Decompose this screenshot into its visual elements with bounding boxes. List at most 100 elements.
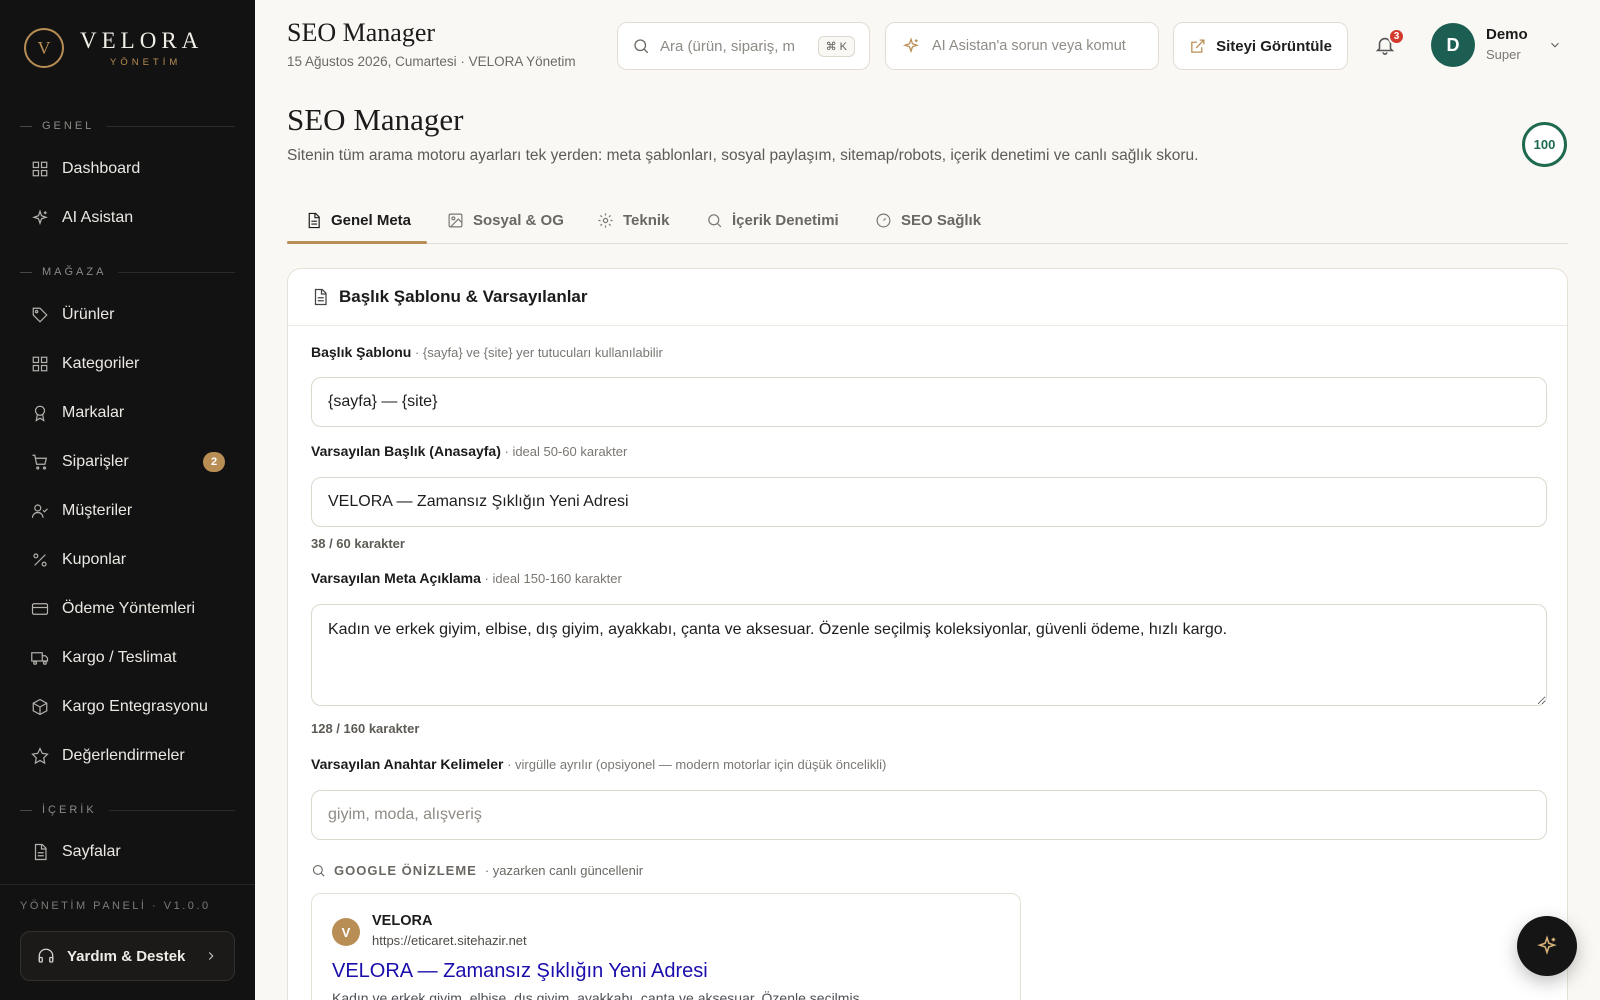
file-icon [308, 212, 320, 228]
section-label-icerik: İÇERİK [20, 804, 235, 816]
ai-assistant-fab[interactable] [1517, 916, 1577, 976]
section-label-genel: GENEL [20, 120, 235, 132]
sidebar-item-odeme-yontemleri[interactable]: Ödeme Yöntemleri [20, 589, 235, 629]
default-title-input[interactable] [311, 477, 1547, 527]
user-name[interactable]: Demo [1486, 26, 1528, 43]
sparkle-icon [902, 37, 920, 54]
keywords-label: Varsayılan Anahtar Kelimeler · virgülle … [311, 756, 887, 772]
version-label: YÖNETİM PANELİ · V1.0.0 [20, 900, 211, 912]
card-title: Başlık Şablonu & Varsayılanlar [339, 287, 588, 306]
tab-bar: Genel Meta Sosyal & OG Teknik İçerik Den… [287, 196, 1568, 244]
sidebar-item-label: Dashboard [62, 160, 141, 177]
brand-subtitle: YÖNETİM [110, 56, 182, 68]
grid-icon [30, 354, 50, 374]
google-preview-heading: GOOGLE ÖNİZLEME · yazarken canlı güncell… [311, 863, 643, 878]
preview-description: Kadın ve erkek giyim, elbise, dış giyim,… [332, 990, 860, 1000]
google-preview-card: V VELORA https://eticaret.sitehazir.net … [311, 893, 1021, 1000]
sidebar-item-degerlendirmeler[interactable]: Değerlendirmeler [20, 736, 235, 776]
ai-command-input[interactable]: AI Asistan'a sorun veya komut [885, 22, 1159, 70]
template-label: Başlık Şablonu · {sayfa} ve {site} yer t… [311, 344, 663, 360]
sidebar-item-kategoriler[interactable]: Kategoriler [20, 344, 235, 384]
sidebar-item-label: Ürünler [62, 306, 115, 323]
tab-label: Sosyal & OG [473, 211, 564, 229]
view-site-label: Siteyi Görüntüle [1216, 37, 1332, 55]
external-link-icon [1191, 38, 1205, 53]
sidebar-item-siparisler[interactable]: Siparişler 2 [20, 442, 235, 482]
sidebar-item-label: Kuponlar [62, 551, 127, 568]
preview-title-link[interactable]: VELORA — Zamansız Şıklığın Yeni Adresi [332, 960, 708, 983]
sparkle-icon [1537, 935, 1557, 955]
tab-teknik[interactable]: Teknik [597, 196, 669, 244]
user-role: Super [1486, 47, 1521, 62]
default-title-char-count: 38 / 60 karakter [311, 536, 405, 551]
tab-icerik-denetimi[interactable]: İçerik Denetimi [706, 196, 839, 244]
sidebar-item-markalar[interactable]: Markalar [20, 393, 235, 433]
help-support-label: Yardım & Destek [67, 947, 186, 965]
search-icon [312, 864, 325, 877]
sidebar-item-label: Kategoriler [62, 355, 140, 372]
image-icon [448, 213, 463, 227]
brand-logo[interactable]: V VELORA YÖNETİM [24, 28, 203, 68]
help-support-button[interactable]: Yardım & Destek [20, 931, 235, 981]
chevron-down-icon [1551, 42, 1559, 48]
topbar-subtitle: 15 Ağustos 2026, Cumartesi · VELORA Yöne… [287, 54, 576, 69]
sparkle-icon [30, 208, 50, 228]
sidebar-item-label: Kargo Entegrasyonu [62, 698, 208, 715]
gauge-icon [876, 213, 891, 227]
truck-icon [30, 648, 50, 668]
sidebar-item-musteriler[interactable]: Müşteriler [20, 491, 235, 531]
seo-score-badge[interactable]: 100 [1522, 122, 1567, 167]
divider [0, 884, 255, 885]
sidebar-item-urunler[interactable]: Ürünler [20, 295, 235, 335]
file-icon [314, 288, 327, 306]
user-check-icon [30, 501, 50, 521]
notification-count-badge: 3 [1388, 28, 1405, 45]
topbar-title: SEO Manager [287, 18, 436, 47]
site-favicon: V [332, 918, 360, 946]
sidebar-item-dashboard[interactable]: Dashboard [20, 149, 235, 189]
tab-label: İçerik Denetimi [732, 211, 839, 229]
tab-label: Teknik [623, 211, 670, 229]
sidebar-item-kargo-teslimat[interactable]: Kargo / Teslimat [20, 638, 235, 678]
tab-genel-meta[interactable]: Genel Meta [305, 196, 411, 244]
percent-icon [30, 550, 50, 570]
box-icon [30, 697, 50, 717]
global-search[interactable]: ⌘ K [617, 22, 870, 70]
preview-site-name: VELORA [372, 913, 433, 929]
keywords-input[interactable] [311, 790, 1547, 840]
grid-icon [30, 159, 50, 179]
headset-icon [38, 948, 54, 963]
section-label-magaza: MAĞAZA [20, 266, 235, 278]
sidebar-item-sayfalar[interactable]: Sayfalar [20, 832, 235, 872]
avatar[interactable]: D [1431, 23, 1475, 67]
tab-label: Genel Meta [331, 211, 412, 229]
sidebar-item-label: Değerlendirmeler [62, 747, 185, 764]
sidebar-item-label: Markalar [62, 404, 125, 421]
title-template-card: Başlık Şablonu & Varsayılanlar Başlık Şa… [287, 268, 1568, 1000]
sidebar-item-label: Müşteriler [62, 502, 133, 519]
sidebar-item-kargo-entegrasyonu[interactable]: Kargo Entegrasyonu [20, 687, 235, 727]
cart-icon [30, 452, 50, 472]
ai-command-placeholder: AI Asistan'a sorun veya komut [932, 38, 1126, 54]
search-input[interactable] [660, 37, 810, 55]
preview-url: https://eticaret.sitehazir.net [372, 933, 527, 948]
user-menu-toggle[interactable] [1548, 38, 1562, 57]
title-template-input[interactable] [311, 377, 1547, 427]
search-icon [634, 39, 649, 54]
brand-mark: V [24, 28, 64, 68]
sidebar-item-label: Ödeme Yöntemleri [62, 600, 196, 617]
default-title-label: Varsayılan Başlık (Anasayfa) · ideal 50-… [311, 443, 628, 459]
sidebar-item-label: Kargo / Teslimat [62, 649, 177, 666]
orders-count-badge: 2 [203, 452, 225, 472]
notifications-button[interactable]: 3 [1374, 28, 1405, 58]
tab-sosyal-og[interactable]: Sosyal & OG [447, 196, 564, 244]
sidebar-item-kuponlar[interactable]: Kuponlar [20, 540, 235, 580]
meta-description-char-count: 128 / 160 karakter [311, 721, 420, 736]
brand-name: VELORA [80, 27, 204, 53]
sidebar-item-label: AI Asistan [62, 209, 134, 226]
view-site-button[interactable]: Siteyi Görüntüle [1173, 22, 1348, 70]
chevron-right-icon [208, 952, 214, 960]
sidebar-item-ai-asistan[interactable]: AI Asistan [20, 198, 235, 238]
tab-seo-saglik[interactable]: SEO Sağlık [875, 196, 981, 244]
meta-description-textarea[interactable]: Kadın ve erkek giyim, elbise, dış giyim,… [311, 604, 1547, 706]
